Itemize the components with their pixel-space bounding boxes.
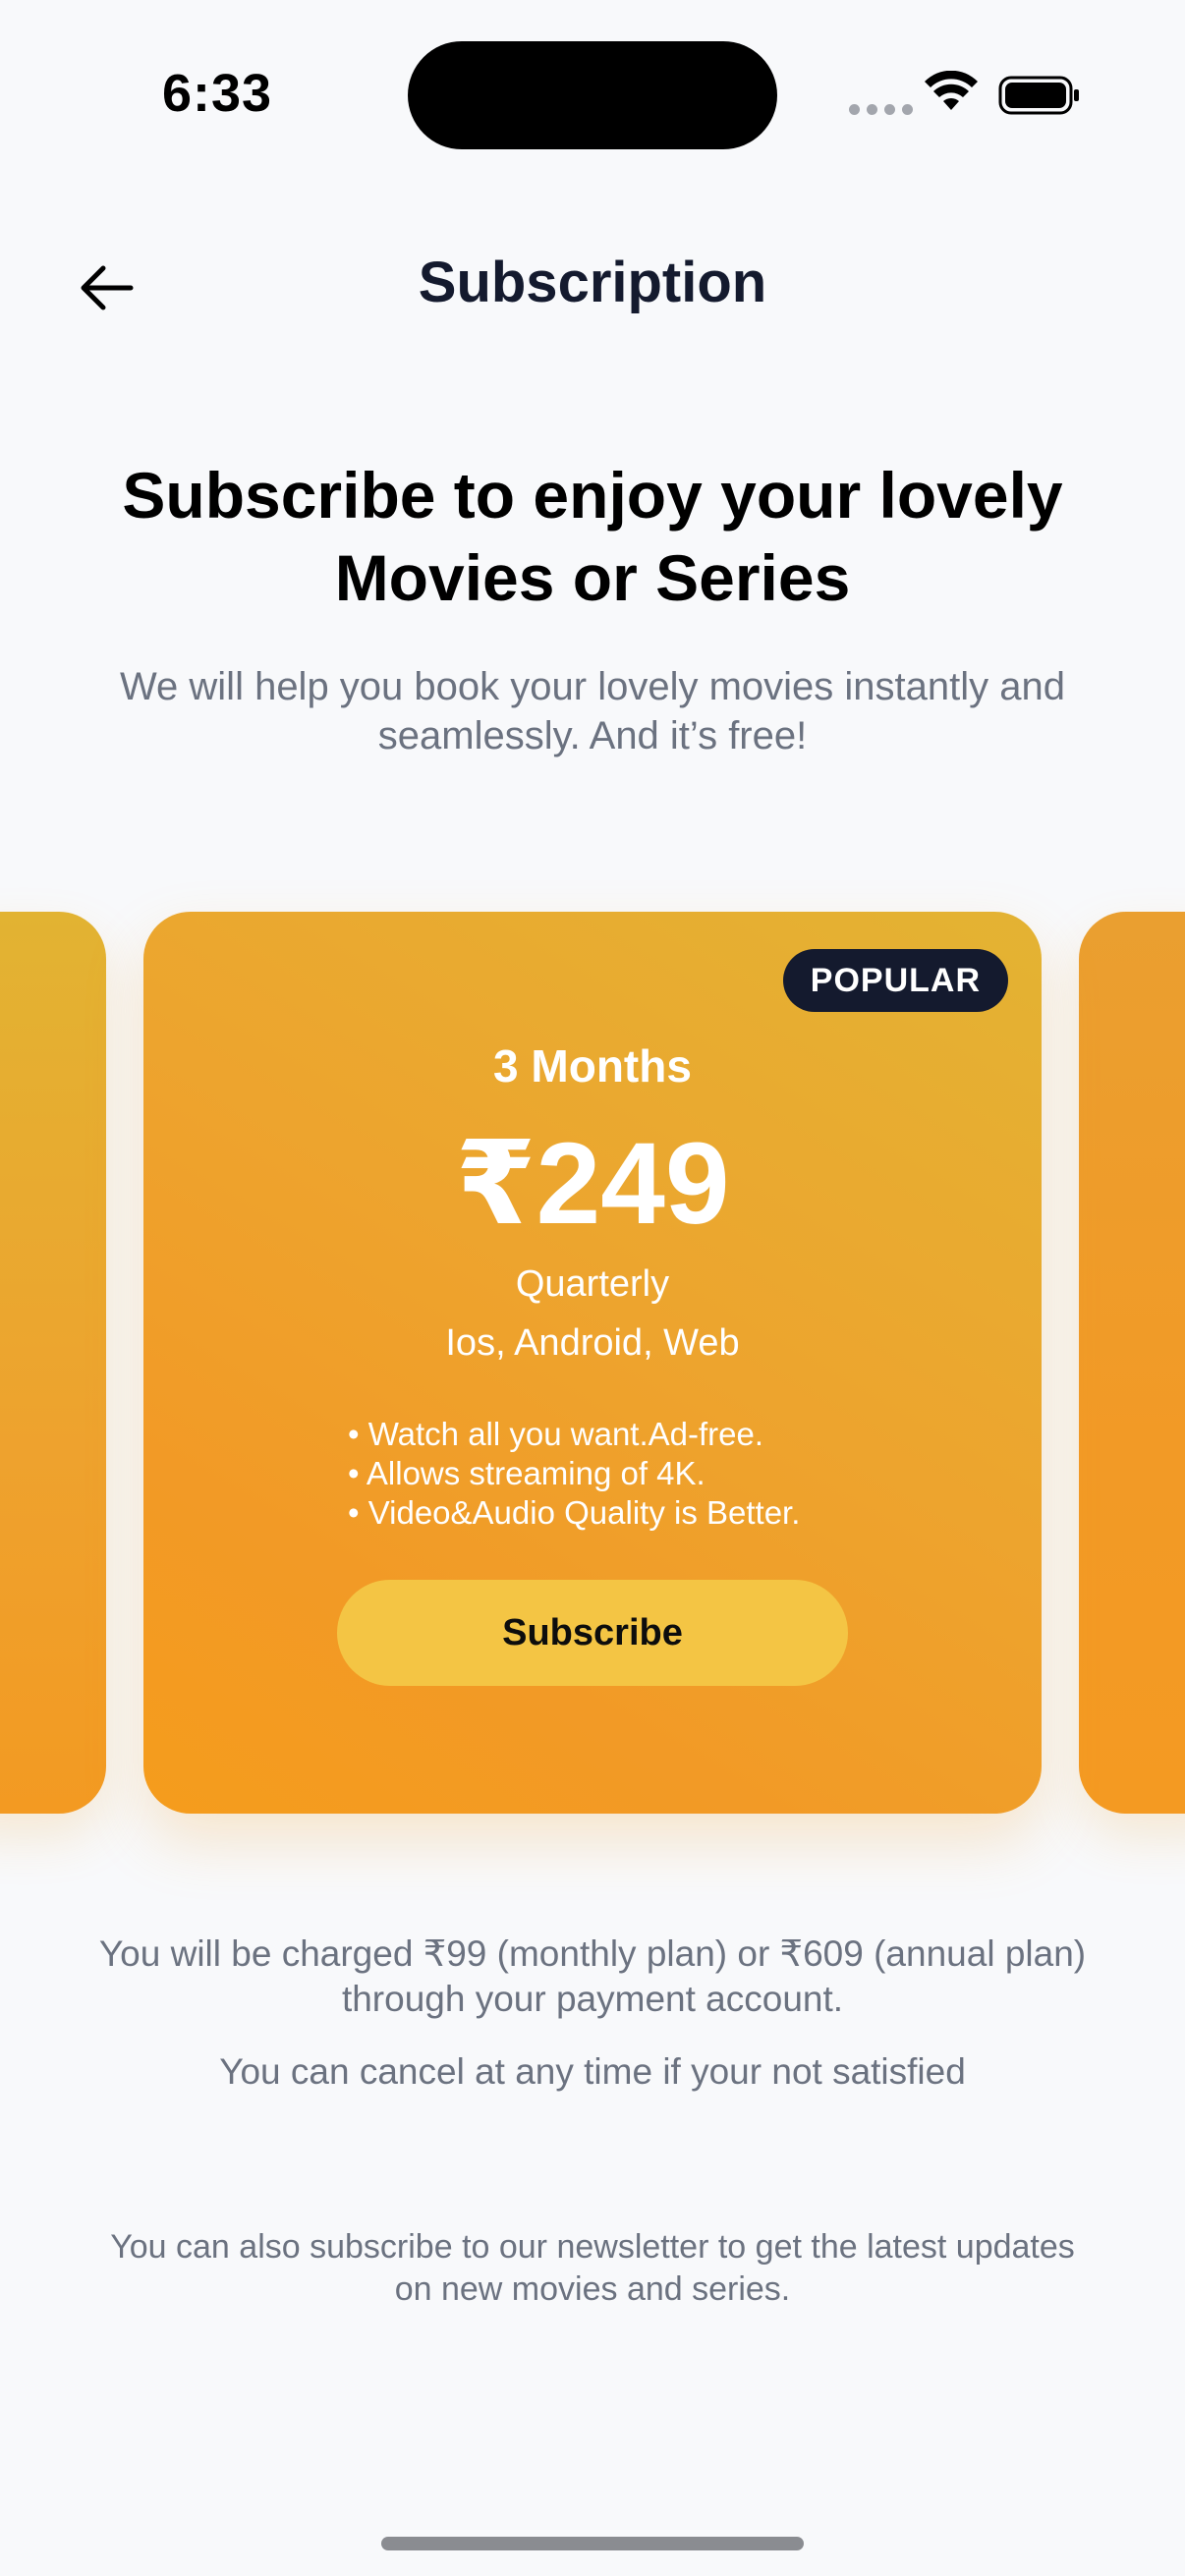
home-indicator[interactable] (381, 2537, 804, 2550)
plan-feature: Watch all you want.Ad-free. (348, 1415, 800, 1454)
next-plan-card[interactable] (1079, 912, 1185, 1814)
plan-feature: Video&Audio Quality is Better. (348, 1493, 801, 1533)
dynamic-island (408, 41, 777, 149)
popular-badge: POPULAR (782, 949, 1008, 1012)
status-time: 6:33 (162, 64, 273, 123)
plan-card[interactable]: POPULAR 3 Months ₹249 Quarterly Ios, And… (143, 912, 1042, 1814)
hero-heading: Subscribe to enjoy your lovely Movies or… (122, 459, 1063, 614)
plan-price: ₹249 (455, 1119, 730, 1249)
subscription-screen: 6:33 Subscription Subscribe to enjoy you… (0, 0, 1185, 2576)
plan-platforms: Ios, Android, Web (445, 1322, 740, 1364)
cancel-note: You can cancel at any time if your not s… (219, 2051, 966, 2092)
plan-features-list: Watch all you want.Ad-free. Allows strea… (348, 1415, 800, 1533)
plan-feature: Allows streaming of 4K. (348, 1454, 800, 1493)
battery-icon (998, 76, 1079, 115)
wifi-icon (925, 71, 978, 110)
plan-duration: 3 Months (493, 1040, 692, 1092)
page-title: Subscription (418, 251, 767, 314)
previous-plan-card[interactable] (0, 912, 106, 1814)
hero-subtitle: We will help you book your lovely movies… (120, 665, 1065, 757)
newsletter-note: You can also subscribe to our newsletter… (110, 2228, 1075, 2308)
plan-period: Quarterly (515, 1263, 670, 1305)
charge-note: You will be charged ₹99 (monthly plan) o… (98, 1933, 1087, 2019)
subscribe-button[interactable]: Subscribe (337, 1580, 848, 1686)
cellular-signal-icon (849, 104, 913, 115)
